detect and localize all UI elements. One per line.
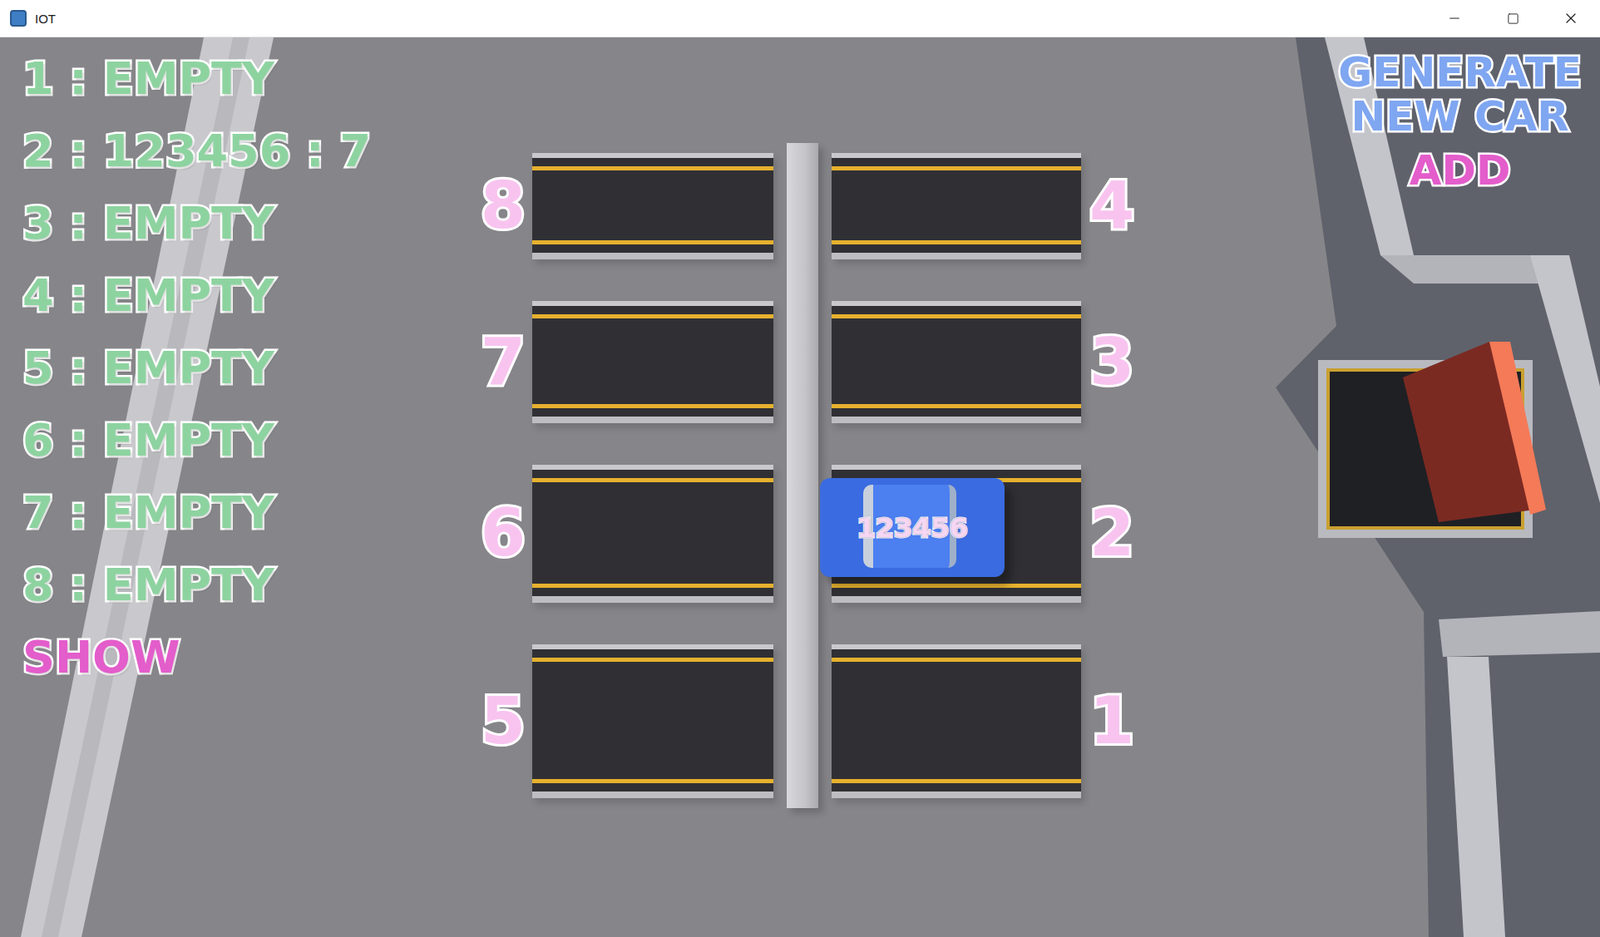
minimize-icon (1446, 10, 1462, 26)
window-title: IOT (34, 11, 1426, 26)
show-button[interactable]: SHOW (22, 621, 181, 694)
spot-pad (831, 153, 1082, 260)
title-bar: IOT (0, 0, 1600, 38)
parking-spot: 8 (465, 153, 774, 260)
generate-line: GENERATE (1338, 50, 1582, 95)
add-button[interactable]: ADD (1409, 145, 1512, 196)
app-icon (9, 9, 27, 27)
game-window: IOT 1 : EMPTY2 : 123456 : 73 : EMPTY4 : E… (0, 0, 1600, 937)
maximize-button[interactable] (1483, 0, 1542, 38)
close-button[interactable] (1541, 0, 1600, 38)
spot-number: 3 (1081, 326, 1156, 399)
spot-number: 2 (1081, 498, 1156, 570)
close-icon (1562, 9, 1580, 27)
slot-status: 5 : EMPTY (22, 331, 275, 405)
maximize-icon (1506, 12, 1520, 25)
parking-spot: 1 (831, 644, 1156, 799)
spot-number: 1 (1081, 686, 1156, 758)
spot-pad: 123456 (831, 464, 1082, 603)
generate-panel: GENERATENEW CAR ADD (1338, 50, 1582, 196)
lot-divider (786, 143, 819, 809)
slot-status: 3 : EMPTY (22, 187, 275, 260)
spot-number: 8 (465, 170, 533, 242)
parking-spot: 6 (465, 464, 774, 603)
slot-status: 4 : EMPTY (22, 259, 275, 332)
game-view: 1 : EMPTY2 : 123456 : 73 : EMPTY4 : EMPT… (0, 37, 1600, 937)
spot-number: 5 (465, 686, 533, 758)
spot-pad (532, 464, 774, 603)
parking-spot: 2 123456 (831, 464, 1156, 603)
spot-pad (532, 301, 774, 424)
parking-spot: 7 (465, 301, 774, 424)
slot-status: 8 : EMPTY (22, 548, 275, 622)
car: 123456 (819, 478, 1005, 578)
generate-line: NEW CAR (1350, 94, 1569, 139)
spot-pad (831, 301, 1082, 424)
parking-spot: 3 (831, 301, 1156, 424)
gate-wall (1275, 37, 1600, 937)
generate-new-car-button[interactable]: GENERATENEW CAR (1338, 50, 1582, 139)
slot-status-list: 1 : EMPTY2 : 123456 : 73 : EMPTY4 : EMPT… (0, 37, 466, 937)
slot-status: 6 : EMPTY (22, 404, 275, 477)
slot-status: 2 : 123456 : 7 (22, 114, 371, 188)
minimize-button[interactable] (1425, 0, 1484, 38)
slot-status: 1 : EMPTY (22, 42, 275, 115)
spot-number: 7 (465, 326, 533, 399)
spot-pad (831, 644, 1082, 799)
parking-spot: 4 (831, 153, 1156, 260)
parking-lot: 8 4 7 3 6 2 123456 5 1 (465, 37, 1156, 937)
spot-pad (532, 644, 774, 799)
slot-status: 7 : EMPTY (22, 476, 275, 549)
car-plate: 123456 (856, 512, 968, 544)
spot-pad (532, 153, 774, 260)
spot-number: 6 (465, 498, 533, 570)
spot-number: 4 (1081, 170, 1156, 242)
parking-spot: 5 (465, 644, 774, 799)
